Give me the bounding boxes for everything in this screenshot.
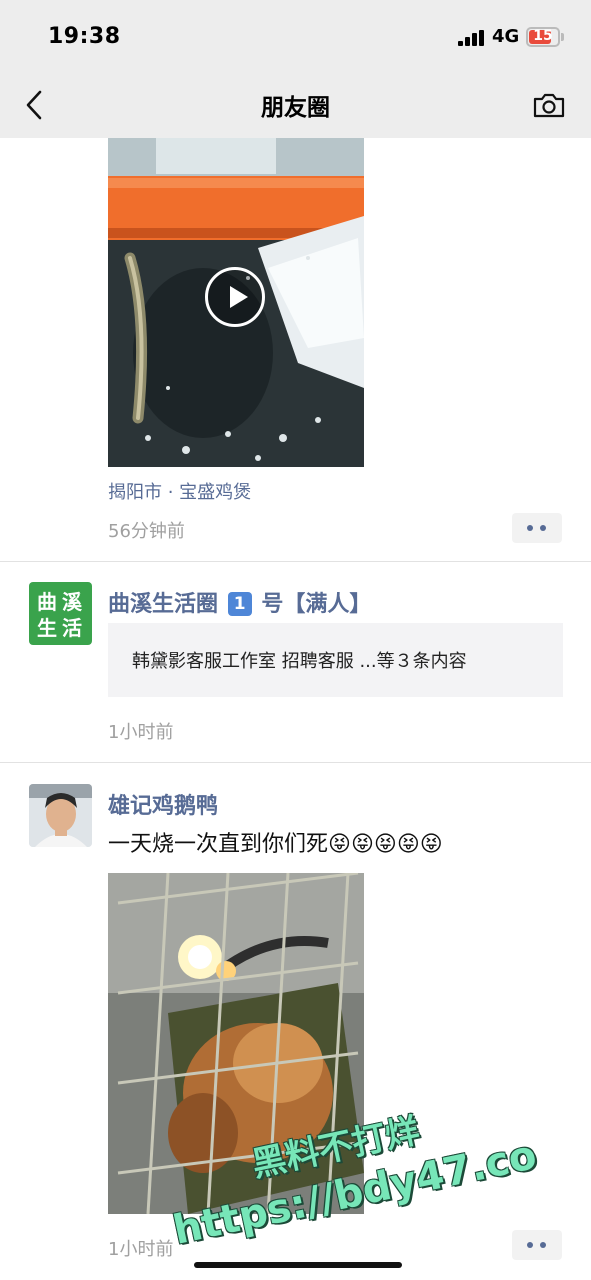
post-time: 1小时前 [108, 722, 174, 743]
post-text-content: 一天烧一次直到你们死 [108, 832, 329, 857]
battery-tip [561, 33, 564, 41]
avatar[interactable]: 曲 溪 生 活 [29, 582, 92, 645]
camera-icon [533, 93, 565, 118]
status-time: 19:38 [48, 24, 121, 49]
author-name: 曲溪生活圈 [108, 592, 219, 617]
battery-level: 15 [533, 28, 553, 44]
author-suffix: 号【满人】 [261, 592, 372, 617]
profile-photo [29, 784, 92, 847]
brand-logo-icon: 曲 溪 生 活 [37, 590, 83, 640]
home-indicator [194, 1262, 402, 1268]
post-author[interactable]: 曲溪生活圈 1 号【满人】 [108, 586, 371, 618]
page-title: 朋友圈 [261, 95, 330, 121]
svg-text:生: 生 [37, 616, 57, 640]
top-bar: 19:38 4G 15 朋友圈 [0, 0, 591, 138]
more-actions-button[interactable] [512, 513, 562, 543]
post-time: 1小时前 [108, 1239, 174, 1260]
shared-content-card[interactable]: 韩黛影客服工作室 招聘客服 ...等３条内容 [108, 623, 563, 697]
svg-text:活: 活 [62, 616, 82, 640]
post-video[interactable] [108, 138, 364, 467]
network-type: 4G [492, 26, 520, 47]
post-text: 一天烧一次直到你们死😝😝😝😝😝 [108, 826, 443, 858]
emoji-squint-tongue-icon: 😝😝😝😝😝 [328, 832, 443, 857]
signal-icon [458, 30, 486, 46]
number-badge: 1 [227, 592, 252, 616]
svg-text:曲: 曲 [37, 590, 57, 614]
divider [0, 561, 591, 562]
divider [0, 762, 591, 763]
svg-text:溪: 溪 [62, 590, 83, 614]
post-location[interactable]: 揭阳市 · 宝盛鸡煲 [108, 478, 251, 504]
post-time: 56分钟前 [108, 521, 185, 542]
avatar[interactable] [29, 784, 92, 847]
camera-button[interactable] [532, 90, 566, 120]
post-author[interactable]: 雄记鸡鹅鸭 [108, 788, 218, 820]
battery-icon: 15 [526, 27, 560, 47]
play-icon[interactable] [205, 267, 265, 327]
more-actions-button[interactable] [512, 1230, 562, 1260]
shared-content-text: 韩黛影客服工作室 招聘客服 ...等３条内容 [132, 651, 467, 672]
